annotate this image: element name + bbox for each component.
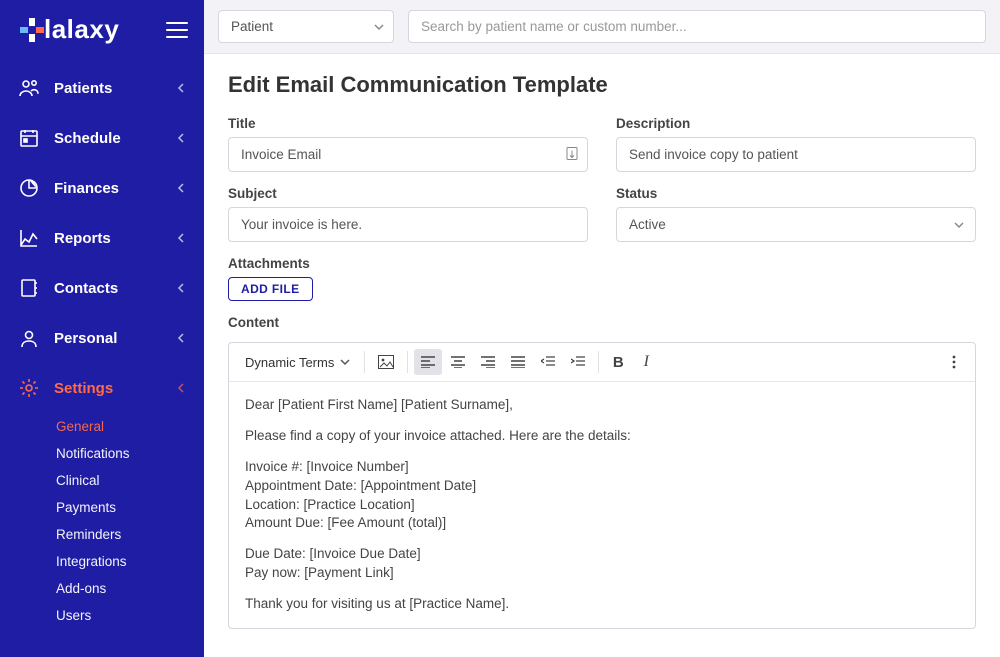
sidebar-subitem-payments[interactable]: Payments [56, 494, 204, 521]
schedule-icon [18, 127, 40, 149]
settings-icon [18, 377, 40, 399]
align-right-icon[interactable] [474, 349, 502, 375]
sidebar-item-label: Contacts [54, 280, 118, 297]
description-input[interactable] [616, 137, 976, 172]
separator [598, 351, 599, 373]
title-input[interactable] [228, 137, 588, 172]
add-file-button[interactable]: ADD FILE [228, 277, 313, 301]
sidebar-item-schedule[interactable]: Schedule [0, 113, 204, 163]
more-icon[interactable] [941, 349, 967, 375]
sidebar-subitem-users[interactable]: Users [56, 602, 204, 629]
align-left-icon[interactable] [414, 349, 442, 375]
indent-icon[interactable] [564, 349, 592, 375]
chevron-left-icon [176, 330, 186, 347]
contacts-icon [18, 277, 40, 299]
chevron-left-icon [176, 130, 186, 147]
chevron-left-icon [176, 180, 186, 197]
sidebar-item-label: Patients [54, 80, 112, 97]
page-title: Edit Email Communication Template [228, 72, 976, 98]
outdent-icon[interactable] [534, 349, 562, 375]
template-icon[interactable] [566, 146, 578, 163]
bold-icon[interactable]: B [605, 349, 631, 375]
chevron-left-icon [176, 280, 186, 297]
status-label: Status [616, 186, 976, 201]
sidebar-item-finances[interactable]: Finances [0, 163, 204, 213]
sidebar-item-label: Finances [54, 180, 119, 197]
chevron-left-icon [176, 230, 186, 247]
patients-icon [18, 77, 40, 99]
subject-input[interactable] [228, 207, 588, 242]
title-label: Title [228, 116, 588, 131]
separator [407, 351, 408, 373]
reports-icon [18, 227, 40, 249]
menu-toggle-icon[interactable] [166, 22, 188, 38]
sidebar-subitem-notifications[interactable]: Notifications [56, 440, 204, 467]
dynamic-terms-label: Dynamic Terms [245, 355, 334, 370]
sidebar-subitem-reminders[interactable]: Reminders [56, 521, 204, 548]
content-editor: Dynamic Terms B I [228, 342, 976, 629]
sidebar: lalaxy Patients Schedule Finances Reports Co… [0, 0, 204, 657]
sidebar-item-label: Reports [54, 230, 111, 247]
sidebar-item-reports[interactable]: Reports [0, 213, 204, 263]
finances-icon [18, 177, 40, 199]
logo-text: lalaxy [44, 14, 119, 45]
search-type-select[interactable]: Patient [218, 10, 394, 43]
content-label: Content [228, 315, 976, 330]
sidebar-item-personal[interactable]: Personal [0, 313, 204, 363]
sidebar-item-patients[interactable]: Patients [0, 63, 204, 113]
footer-actions: CANCEL SUBMIT [204, 647, 1000, 657]
status-select[interactable]: Active [616, 207, 976, 242]
logo[interactable]: lalaxy [18, 14, 119, 45]
sidebar-subitem-general[interactable]: General [56, 413, 204, 440]
description-label: Description [616, 116, 976, 131]
editor-toolbar: Dynamic Terms B I [229, 343, 975, 382]
attachments-label: Attachments [228, 256, 976, 271]
chevron-left-icon [176, 80, 186, 97]
sidebar-item-settings[interactable]: Settings [0, 363, 204, 413]
chevron-down-icon [340, 355, 350, 370]
align-center-icon[interactable] [444, 349, 472, 375]
sidebar-item-label: Settings [54, 380, 113, 397]
sidebar-subitem-clinical[interactable]: Clinical [56, 467, 204, 494]
main-nav: Patients Schedule Finances Reports Contacts P… [0, 63, 204, 637]
sidebar-item-label: Personal [54, 330, 117, 347]
editor-body[interactable]: Dear [Patient First Name] [Patient Surna… [229, 382, 975, 628]
sidebar-item-contacts[interactable]: Contacts [0, 263, 204, 313]
sidebar-subitem-add-ons[interactable]: Add-ons [56, 575, 204, 602]
subject-label: Subject [228, 186, 588, 201]
image-icon[interactable] [371, 349, 401, 375]
sidebar-subitem-integrations[interactable]: Integrations [56, 548, 204, 575]
italic-icon[interactable]: I [633, 349, 659, 375]
dynamic-terms-button[interactable]: Dynamic Terms [237, 351, 358, 374]
topbar: Patient [204, 0, 1000, 54]
main-content: Patient Edit Email Communication Templat… [204, 0, 1000, 657]
align-justify-icon[interactable] [504, 349, 532, 375]
logo-mark [18, 16, 46, 44]
search-type-dropdown[interactable]: Patient [218, 10, 394, 43]
sidebar-item-label: Schedule [54, 130, 121, 147]
personal-icon [18, 327, 40, 349]
chevron-left-icon [176, 380, 186, 397]
separator [364, 351, 365, 373]
search-input[interactable] [408, 10, 986, 43]
